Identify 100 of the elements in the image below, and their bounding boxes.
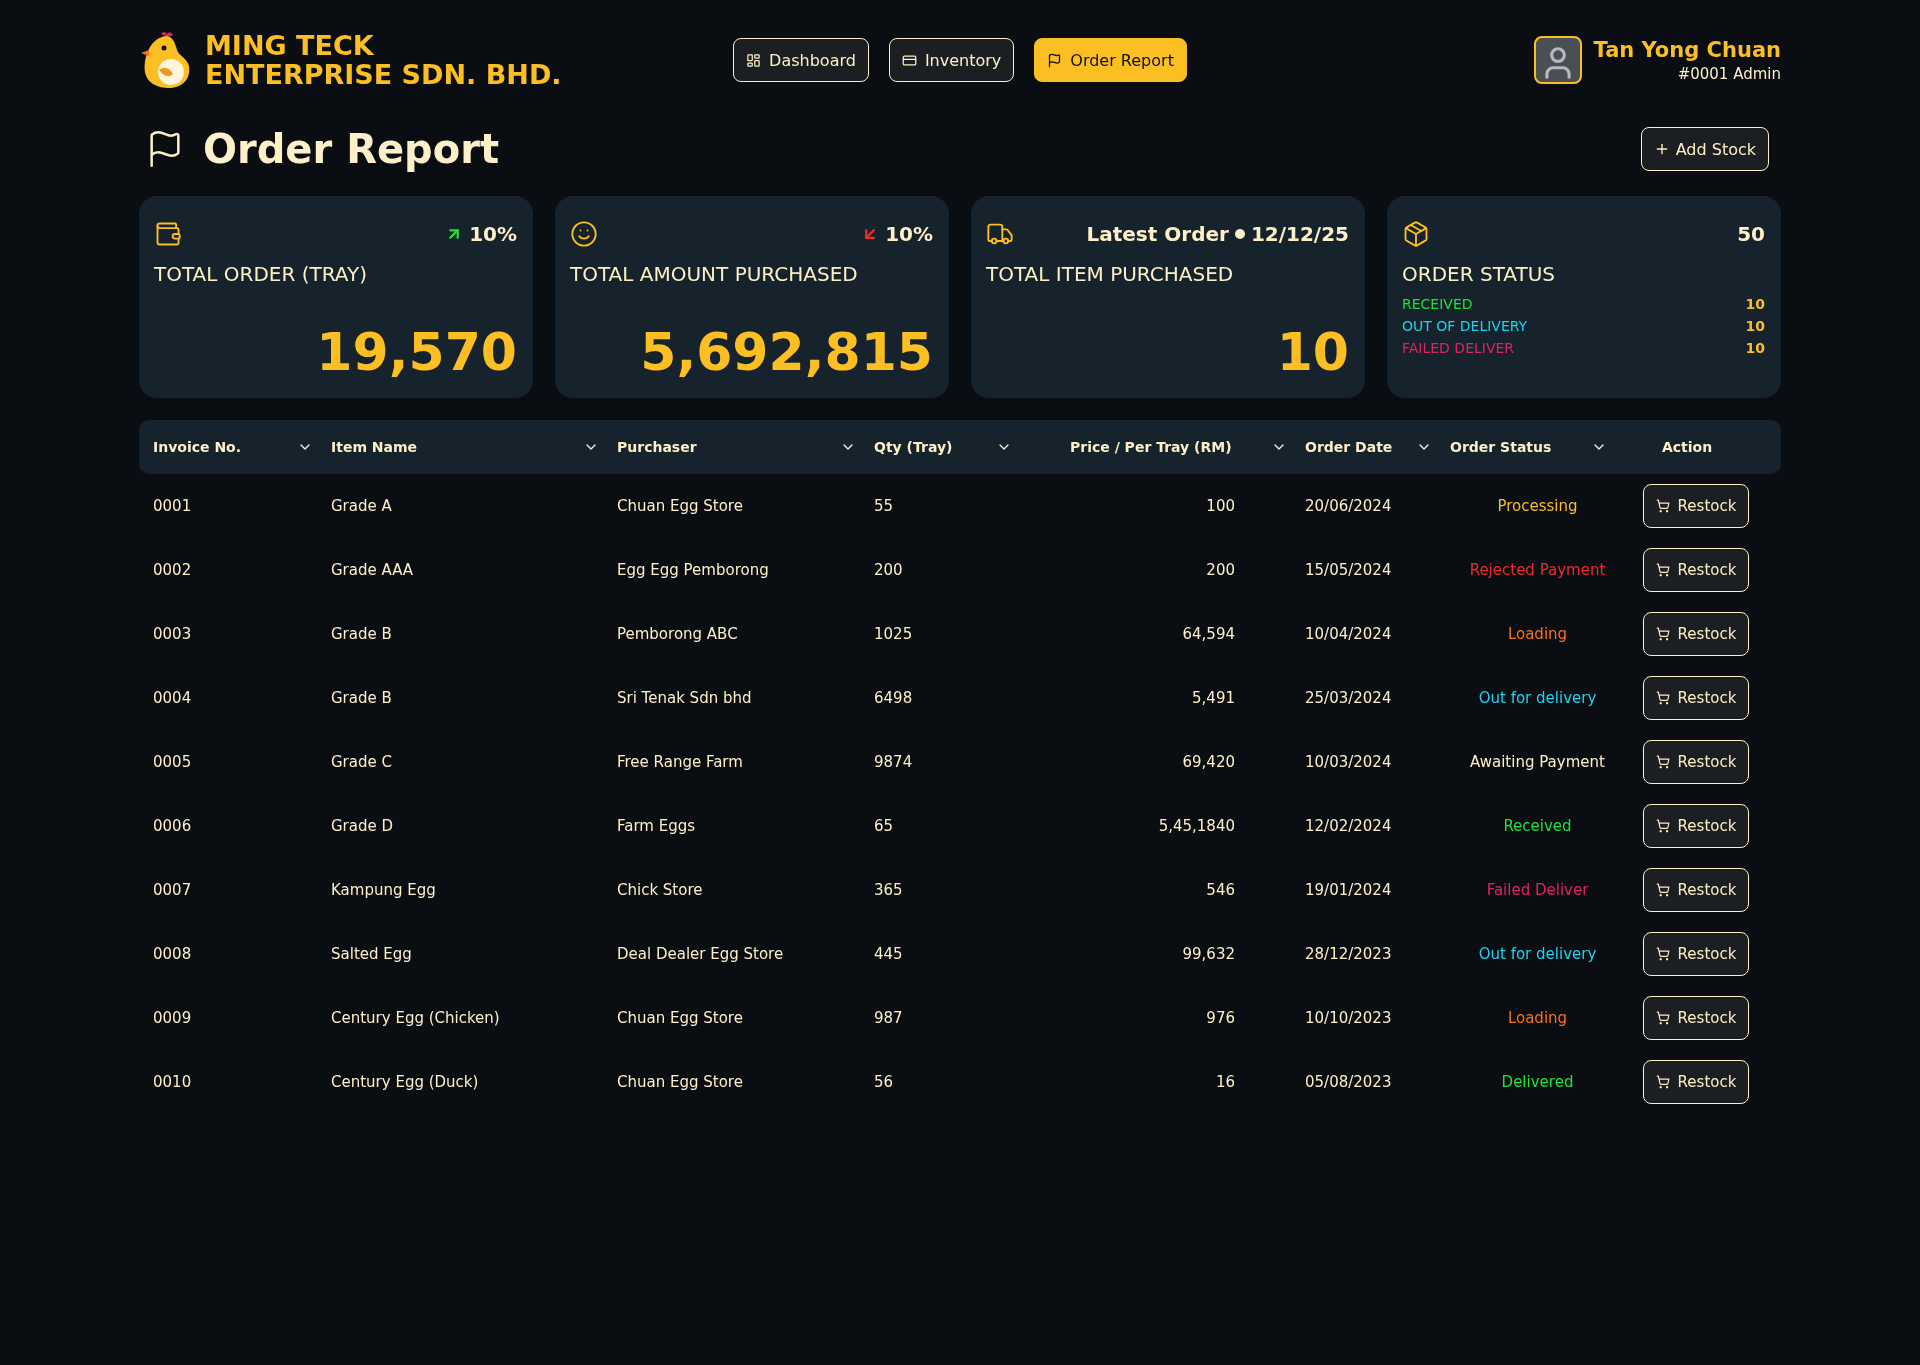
brand-name: ENTERPRISE SDN. BHD.	[205, 60, 562, 89]
table-cell-text: Grade A	[331, 497, 393, 515]
user-role: #0001 Admin	[1677, 64, 1781, 83]
table-cell: 546	[1206, 881, 1235, 899]
card-title: TOTAL ITEM PURCHASED	[986, 262, 1235, 286]
table-cell-text: Salted Egg	[331, 945, 413, 963]
restock-button[interactable]: Restock	[1642, 804, 1750, 848]
nav-tab[interactable]: Dashboard	[733, 38, 869, 82]
card-value: 10	[1275, 324, 1349, 380]
table-cell-text: 0003	[153, 625, 193, 643]
smile-icon	[570, 220, 598, 248]
column-header: Action	[1661, 439, 1713, 455]
table-cell-text: 28/12/2023	[1305, 945, 1393, 963]
card-title: ORDER STATUS	[1402, 262, 1556, 286]
flag-icon	[1047, 52, 1063, 68]
table-cell-text: 65	[874, 817, 895, 835]
table-cell-text: Grade B	[331, 689, 393, 707]
status-label: FAILED DELIVER	[1402, 340, 1515, 356]
restock-button[interactable]: Restock	[1642, 932, 1750, 976]
table-cell-text: 365	[874, 881, 904, 899]
status-text: Awaiting Payment	[1470, 753, 1605, 771]
column-header: Item Name	[331, 439, 418, 455]
table-cell-text: Kampung Egg	[331, 881, 437, 899]
status-label: RECEIVED	[1402, 296, 1473, 312]
card-value: 19,570	[315, 324, 517, 380]
page-title: Order Report	[203, 126, 500, 172]
table-cell-text: 9874	[874, 753, 914, 771]
table-cell: 976	[1206, 1009, 1235, 1027]
column-header: Purchaser	[617, 439, 697, 455]
table-cell-text: Century Egg (Chicken)	[331, 1009, 501, 1027]
table-cell-text: 0001	[153, 497, 193, 515]
table-cell-text: 05/08/2023	[1305, 1073, 1393, 1091]
table-cell: 16	[1215, 1073, 1235, 1091]
table-cell: 100	[1206, 497, 1235, 515]
table-cell-text: 0004	[153, 689, 193, 707]
change-text: 10%	[445, 222, 517, 246]
status-text: Delivered	[1501, 1073, 1574, 1091]
cart-icon	[1655, 883, 1670, 897]
restock-button[interactable]: Restock	[1642, 612, 1750, 656]
cart-icon	[1655, 1011, 1670, 1025]
latest-order-label: Latest Order	[1086, 222, 1229, 246]
cart-icon	[1655, 819, 1670, 833]
table-cell-text: Grade D	[331, 817, 395, 835]
table-cell-text: 12/02/2024	[1305, 817, 1393, 835]
column-header: Order Status	[1450, 439, 1552, 455]
restock-button[interactable]: Restock	[1642, 676, 1750, 720]
dashboard-icon	[746, 52, 762, 68]
status-text: Out for delivery	[1478, 945, 1597, 963]
table-cell-text: 20/06/2024	[1305, 497, 1393, 515]
status-text: Out for delivery	[1478, 689, 1597, 707]
restock-button[interactable]: Restock	[1642, 484, 1750, 528]
table-cell-text: 0006	[153, 817, 193, 835]
status-text: Failed Deliver	[1486, 881, 1589, 899]
status-text: Loading	[1507, 625, 1568, 643]
table-cell-text: 987	[874, 1009, 904, 1027]
restock-button[interactable]: Restock	[1642, 868, 1750, 912]
table-cell-text: Deal Dealer Egg Store	[617, 945, 785, 963]
table-cell-text: Chuan Egg Store	[617, 497, 744, 515]
table-cell-text: 6498	[874, 689, 914, 707]
table-cell: 69,420	[1182, 753, 1235, 771]
table-cell-text: Grade AAA	[331, 561, 415, 579]
table-cell-text: 0005	[153, 753, 193, 771]
table-cell-text: 56	[874, 1073, 895, 1091]
table-cell-text: Egg Egg Pemborong	[617, 561, 770, 579]
table-cell: 200	[1206, 561, 1235, 579]
nav-tab[interactable]: Order Report	[1034, 38, 1187, 82]
status-text: Rejected Payment	[1469, 561, 1606, 579]
add-stock-button[interactable]: Add Stock	[1640, 127, 1769, 171]
status-count: 10	[1745, 318, 1765, 334]
table-cell-text: Farm Eggs	[617, 817, 697, 835]
cart-icon	[1655, 499, 1670, 513]
cart-icon	[1655, 1075, 1670, 1089]
status-text: Loading	[1507, 1009, 1568, 1027]
table-cell: 5,491	[1192, 689, 1235, 707]
table-cell-text: 200	[874, 561, 904, 579]
status-count: 10	[1745, 340, 1765, 356]
restock-button[interactable]: Restock	[1642, 996, 1750, 1040]
column-header: Invoice No.	[153, 439, 242, 455]
table-cell: 99,632	[1182, 945, 1235, 963]
table-cell-text: 25/03/2024	[1305, 689, 1393, 707]
restock-button[interactable]: Restock	[1642, 740, 1750, 784]
nav-tab[interactable]: Inventory	[888, 38, 1015, 82]
change-text: 10%	[861, 222, 933, 246]
table-cell-text: 0008	[153, 945, 193, 963]
avatar	[1533, 36, 1582, 84]
restock-button[interactable]: Restock	[1642, 1060, 1750, 1104]
table-cell-text: 0009	[153, 1009, 193, 1027]
column-header: Qty (Tray)	[874, 439, 953, 455]
wallet-icon	[154, 220, 182, 248]
table-cell-text: 19/01/2024	[1305, 881, 1393, 899]
total-count: 50	[1737, 222, 1765, 246]
restock-button[interactable]: Restock	[1642, 548, 1750, 592]
table-cell-text: 10/10/2023	[1305, 1009, 1393, 1027]
table-cell-text: Chuan Egg Store	[617, 1073, 744, 1091]
cart-icon	[1655, 947, 1670, 961]
cart-icon	[1655, 563, 1670, 577]
status-text: Processing	[1497, 497, 1578, 515]
latest-order-date: 12/12/25	[1250, 222, 1349, 246]
status-label: OUT OF DELIVERY	[1402, 318, 1528, 334]
table-cell-text: 15/05/2024	[1305, 561, 1393, 579]
